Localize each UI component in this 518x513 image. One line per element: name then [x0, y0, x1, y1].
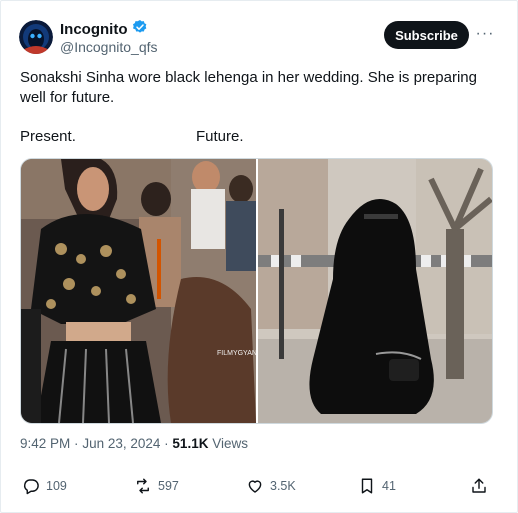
- bookmark-count: 41: [382, 479, 396, 493]
- repost-count: 597: [158, 479, 179, 493]
- meta-separator-2: ·: [164, 436, 169, 451]
- author-name-row[interactable]: Incognito: [60, 19, 148, 40]
- bookmark-button[interactable]: 41: [358, 474, 396, 498]
- meta-separator: ·: [74, 436, 79, 451]
- tweet-text: Sonakshi Sinha wore black lehenga in her…: [20, 69, 477, 106]
- right-photo: [258, 159, 492, 423]
- like-button[interactable]: 3.5K: [246, 474, 296, 498]
- author-handle[interactable]: @Incognito_qfs: [60, 39, 158, 55]
- bookmark-icon: [361, 478, 373, 494]
- more-options-icon[interactable]: ···: [474, 22, 496, 46]
- subscribe-button[interactable]: Subscribe: [384, 21, 469, 49]
- left-photo: FILMYGYAN: [21, 159, 257, 423]
- label-future: Future.: [196, 128, 244, 145]
- verified-badge-icon: [132, 19, 148, 40]
- like-count: 3.5K: [270, 479, 296, 493]
- repost-icon: [137, 478, 149, 494]
- reply-icon: [23, 479, 39, 495]
- heart-icon: [248, 480, 262, 493]
- avatar[interactable]: [19, 20, 53, 54]
- share-button[interactable]: [470, 474, 488, 498]
- tweet-media[interactable]: FILMYGYAN: [20, 158, 493, 424]
- label-present: Present.: [20, 128, 76, 145]
- display-name[interactable]: Incognito: [60, 21, 128, 38]
- watermark: FILMYGYAN: [217, 350, 257, 357]
- tweet-date[interactable]: Jun 23, 2024: [82, 436, 160, 451]
- tweet-time[interactable]: 9:42 PM: [20, 436, 70, 451]
- views-count: 51.1K: [172, 436, 209, 451]
- views-label: Views: [212, 436, 248, 451]
- reply-button[interactable]: 109: [22, 474, 67, 498]
- repost-button[interactable]: 597: [134, 474, 179, 498]
- share-icon: [472, 478, 486, 493]
- reply-count: 109: [46, 479, 67, 493]
- action-bar: 109 597 3.5K 41: [0, 474, 518, 500]
- tweet-meta: 9:42 PM · Jun 23, 2024 · 51.1K Views: [20, 436, 248, 451]
